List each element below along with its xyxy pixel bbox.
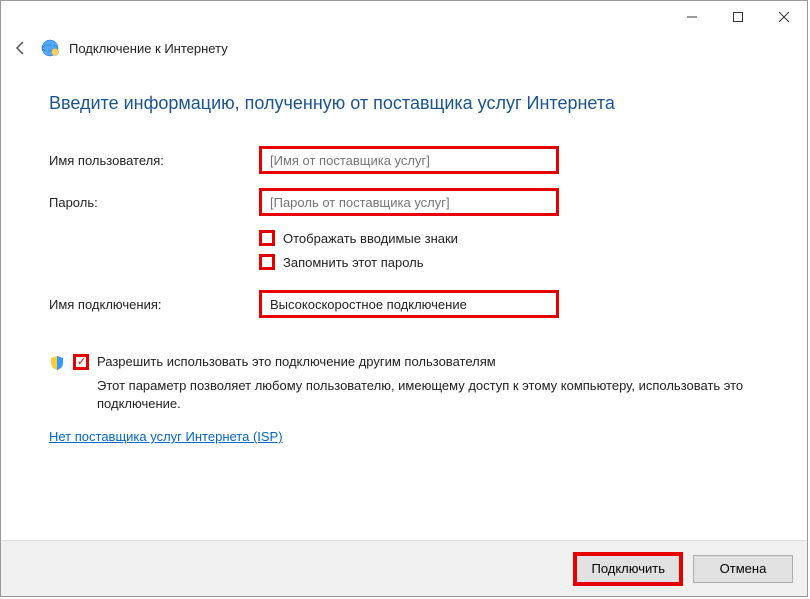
no-isp-link[interactable]: Нет поставщика услуг Интернета (ISP) (49, 429, 283, 444)
window-title: Подключение к Интернету (69, 41, 228, 56)
cancel-button[interactable]: Отмена (693, 555, 793, 583)
conn-name-input[interactable] (259, 290, 559, 318)
dialog-window: Подключение к Интернету Введите информац… (0, 0, 808, 597)
remember-label: Запомнить этот пароль (283, 255, 424, 270)
permission-row: Разрешить использовать это подключение д… (49, 354, 759, 371)
shield-icon (49, 355, 65, 371)
close-button[interactable] (761, 1, 807, 33)
show-chars-checkbox[interactable] (259, 230, 275, 246)
password-row: Пароль: (49, 188, 759, 216)
maximize-button[interactable] (715, 1, 761, 33)
content-area: Введите информацию, полученную от постав… (1, 63, 807, 540)
password-label: Пароль: (49, 195, 259, 210)
globe-icon (41, 39, 59, 57)
minimize-button[interactable] (669, 1, 715, 33)
back-button[interactable] (11, 38, 31, 58)
password-input[interactable] (259, 188, 559, 216)
remember-checkbox[interactable] (259, 254, 275, 270)
main-heading: Введите информацию, полученную от постав… (49, 93, 759, 114)
remember-row: Запомнить этот пароль (259, 254, 759, 270)
allow-other-users-label: Разрешить использовать это подключение д… (97, 354, 496, 369)
username-input[interactable] (259, 146, 559, 174)
connect-button[interactable]: Подключить (573, 552, 683, 586)
permission-description: Этот параметр позволяет любому пользоват… (97, 377, 759, 413)
show-chars-label: Отображать вводимые знаки (283, 231, 458, 246)
header: Подключение к Интернету (1, 33, 807, 63)
username-row: Имя пользователя: (49, 146, 759, 174)
username-label: Имя пользователя: (49, 153, 259, 168)
show-chars-row: Отображать вводимые знаки (259, 230, 759, 246)
allow-other-users-checkbox[interactable] (73, 354, 89, 370)
footer: Подключить Отмена (1, 540, 807, 596)
titlebar (1, 1, 807, 33)
conn-name-label: Имя подключения: (49, 297, 259, 312)
conn-name-row: Имя подключения: (49, 290, 759, 318)
